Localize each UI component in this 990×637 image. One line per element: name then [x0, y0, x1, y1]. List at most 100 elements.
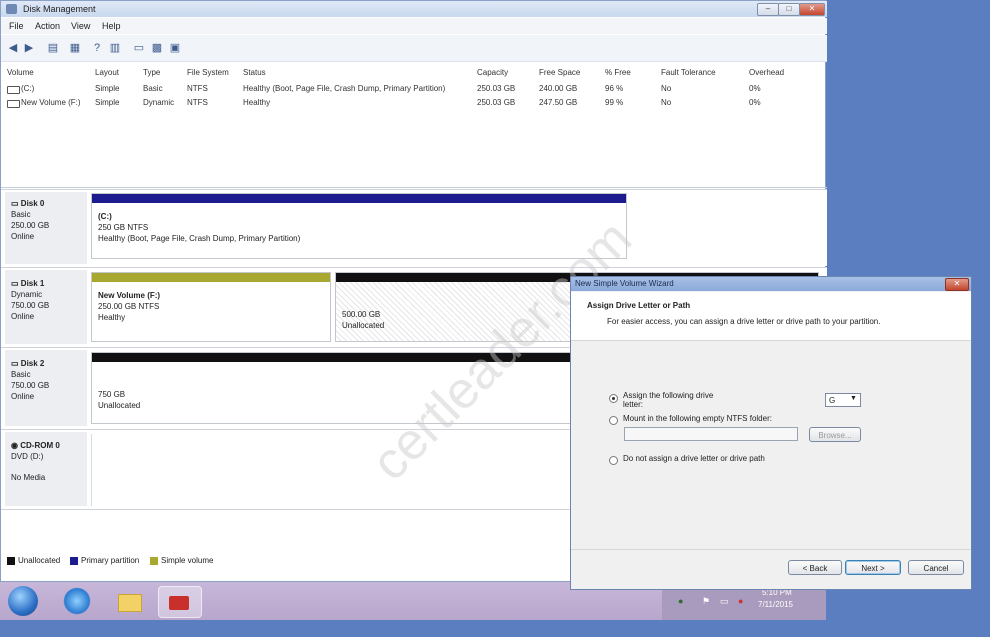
col-type[interactable]: Type [143, 68, 160, 77]
partition-status: Unallocated [342, 321, 385, 330]
cdrom-icon: ◉ [11, 441, 18, 450]
console-tree-icon[interactable]: ▤ [47, 42, 59, 54]
menu-bar: File Action View Help [1, 18, 827, 34]
drive-letter-select[interactable]: G ▼ [825, 393, 861, 407]
settings-icon[interactable]: ▩ [151, 42, 163, 54]
volume-fs: NTFS [187, 98, 208, 107]
menu-help[interactable]: Help [102, 21, 121, 31]
show-pane-icon[interactable]: ▥ [109, 42, 121, 54]
volume-status: Healthy [243, 98, 271, 107]
new-document-icon[interactable]: ▭ [133, 42, 145, 54]
legend-swatch-simple [150, 557, 158, 565]
forward-arrow-icon[interactable]: ▶ [23, 42, 35, 54]
partition-details: 750 GB Unallocated [98, 389, 140, 411]
col-capacity[interactable]: Capacity [477, 68, 508, 77]
disk-size: 250.00 GB [11, 221, 50, 230]
alert-icon[interactable]: ● [738, 596, 743, 606]
disk-size: 750.00 GB [11, 381, 50, 390]
wizard-divider [571, 549, 971, 550]
menu-view[interactable]: View [71, 21, 90, 31]
monitor-icon[interactable]: ▭ [720, 596, 729, 607]
server-manager-icon[interactable] [158, 586, 202, 618]
drive-letter-value: G [829, 396, 836, 405]
title-bar[interactable]: Disk Management – □ ✕ [1, 1, 827, 17]
legend-simple: Simple volume [161, 556, 214, 565]
mount-folder-input[interactable] [624, 427, 798, 441]
partition-color-bar [92, 273, 330, 282]
back-arrow-icon[interactable]: ◀ [7, 42, 19, 54]
table-row[interactable]: (C:) Simple Basic NTFS Healthy (Boot, Pa… [1, 83, 827, 95]
window-title: Disk Management [23, 4, 96, 14]
disk-label[interactable]: ▭ Disk 2 Basic 750.00 GB Online [5, 350, 87, 426]
close-button[interactable]: ✕ [799, 3, 825, 16]
disk-name: Disk 2 [20, 359, 45, 368]
menu-file[interactable]: File [9, 21, 24, 31]
volume-fault-tolerance: No [661, 84, 672, 93]
app-icon [6, 4, 17, 14]
partition[interactable]: New Volume (F:) 250.00 GB NTFS Healthy [91, 272, 331, 342]
partition[interactable]: (C:) 250 GB NTFS Healthy (Boot, Page Fil… [91, 193, 627, 259]
wizard-close-button[interactable]: ✕ [945, 278, 969, 291]
help-icon[interactable]: ? [91, 42, 103, 54]
properties-icon[interactable]: ▦ [69, 42, 81, 54]
pane-divider[interactable] [1, 187, 827, 188]
col-volume[interactable]: Volume [7, 68, 34, 77]
cancel-button[interactable]: Cancel [908, 560, 964, 575]
partition-size: 500.00 GB [342, 310, 381, 319]
col-file-system[interactable]: File System [187, 68, 229, 77]
disk-icon: ▭ [11, 199, 19, 208]
radio-mount-folder[interactable] [609, 416, 618, 425]
internet-explorer-icon[interactable] [60, 586, 94, 616]
flag-icon[interactable]: ⚑ [702, 596, 710, 607]
disk-icon: ▭ [11, 359, 19, 368]
table-row[interactable]: New Volume (F:) Simple Dynamic NTFS Heal… [1, 97, 827, 109]
new-simple-volume-wizard: New Simple Volume Wizard ✕ Assign Drive … [570, 276, 972, 590]
label-assign-letter: Assign the following drive letter: [623, 391, 714, 409]
minimize-button[interactable]: – [757, 3, 779, 16]
disk-status: Online [11, 312, 35, 321]
disk-type: DVD (D:) [11, 452, 44, 461]
radio-no-letter[interactable] [609, 456, 618, 465]
legend-primary: Primary partition [81, 556, 140, 565]
disk-name: Disk 1 [20, 279, 45, 288]
volume-name: (C:) [21, 84, 35, 93]
col-fault-tolerance[interactable]: Fault Tolerance [661, 68, 716, 77]
volume-fault-tolerance: No [661, 98, 672, 107]
disk-type: Basic [11, 210, 31, 219]
partition-title: (C:) [98, 212, 112, 221]
disk-list-icon[interactable]: ▣ [169, 42, 181, 54]
chevron-down-icon: ▼ [850, 395, 857, 402]
legend-unallocated: Unallocated [18, 556, 61, 565]
back-button[interactable]: < Back [788, 560, 842, 575]
volume-name: New Volume (F:) [21, 98, 81, 107]
col-free-space[interactable]: Free Space [539, 68, 580, 77]
next-button[interactable]: Next > [845, 560, 901, 575]
disk-label[interactable]: ◉ CD-ROM 0 DVD (D:) No Media [5, 432, 87, 506]
disk-label[interactable]: ▭ Disk 1 Dynamic 750.00 GB Online [5, 270, 87, 344]
network-icon[interactable]: ● [678, 596, 683, 606]
col-layout[interactable]: Layout [95, 68, 119, 77]
browse-button[interactable]: Browse... [809, 427, 861, 442]
volume-free: 247.50 GB [539, 98, 578, 107]
legend-swatch-primary [70, 557, 78, 565]
clock-date[interactable]: 7/11/2015 [758, 600, 793, 609]
wizard-subheading: For easier access, you can assign a driv… [607, 317, 881, 326]
file-explorer-icon[interactable] [112, 586, 146, 616]
wizard-title-bar[interactable]: New Simple Volume Wizard ✕ [571, 277, 971, 291]
disk-name: CD-ROM 0 [20, 441, 60, 450]
radio-assign-letter[interactable] [609, 394, 618, 403]
maximize-button[interactable]: □ [778, 3, 800, 16]
start-button[interactable] [8, 586, 38, 616]
partition-size: 750 GB [98, 390, 126, 399]
volume-status: Healthy (Boot, Page File, Crash Dump, Pr… [243, 84, 446, 93]
disk-label[interactable]: ▭ Disk 0 Basic 250.00 GB Online [5, 192, 87, 264]
col-overhead[interactable]: Overhead [749, 68, 784, 77]
col-percent-free[interactable]: % Free [605, 68, 631, 77]
partition-status: Healthy [98, 313, 126, 322]
menu-action[interactable]: Action [35, 21, 60, 31]
partition-title: New Volume (F:) [98, 291, 161, 300]
col-status[interactable]: Status [243, 68, 266, 77]
toolbar: ◀ ▶ ▤ ▦ ? ▥ ▭ ▩ ▣ [1, 35, 827, 62]
volume-percent-free: 96 % [605, 84, 624, 93]
partition-details: 500.00 GB Unallocated [342, 309, 384, 331]
